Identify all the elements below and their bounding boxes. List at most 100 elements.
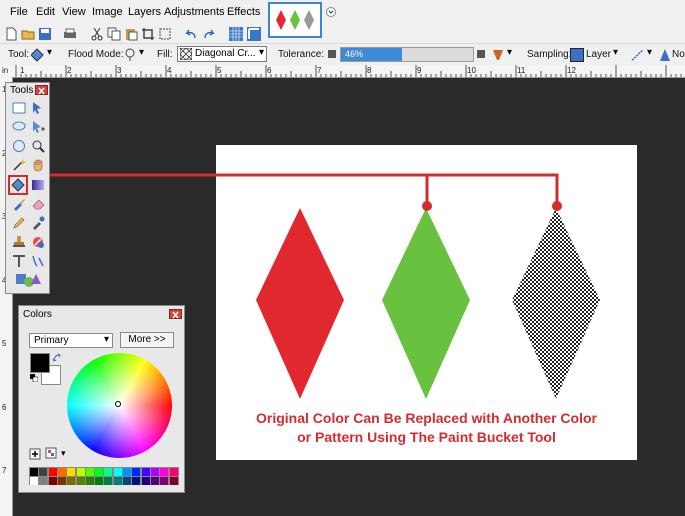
flood-mode-dropdown-arrow[interactable]: ▾ bbox=[139, 47, 144, 58]
palette-swatch[interactable] bbox=[123, 476, 131, 485]
zoom-icon[interactable] bbox=[31, 139, 45, 153]
palette-menu-icon[interactable] bbox=[45, 447, 59, 460]
palette-swatch[interactable] bbox=[85, 476, 94, 485]
palette-swatch[interactable] bbox=[30, 468, 38, 476]
palette-dropdown-arrow[interactable]: ▾ bbox=[61, 448, 66, 459]
palette-swatch[interactable] bbox=[57, 476, 66, 485]
sampling-value[interactable]: Layer bbox=[586, 49, 611, 60]
clone-stamp-icon[interactable] bbox=[12, 235, 26, 249]
cut-icon[interactable] bbox=[90, 27, 104, 41]
tool-dropdown-arrow[interactable]: ▾ bbox=[47, 47, 52, 58]
image-thumbnail-tab[interactable] bbox=[268, 2, 322, 38]
palette-swatch[interactable] bbox=[160, 468, 169, 476]
menu-adjustments[interactable]: Adjustments bbox=[164, 6, 225, 18]
ellipse-select-icon[interactable] bbox=[12, 139, 26, 153]
reset-colors-icon[interactable] bbox=[30, 374, 38, 382]
redo-icon[interactable] bbox=[202, 27, 216, 41]
palette-swatch[interactable] bbox=[141, 468, 150, 476]
recolor-icon[interactable] bbox=[31, 235, 45, 249]
tolerance-slider[interactable]: 46% bbox=[340, 47, 474, 62]
open-folder-icon[interactable] bbox=[21, 27, 35, 41]
move-selection-icon[interactable] bbox=[31, 101, 45, 115]
color-mode-select[interactable]: Primary ▾ bbox=[29, 333, 113, 348]
palette-swatch[interactable] bbox=[48, 468, 57, 476]
palette-swatch[interactable] bbox=[95, 468, 104, 476]
palette-swatch[interactable] bbox=[85, 468, 94, 476]
menu-file[interactable]: File bbox=[10, 6, 28, 18]
palette-swatch[interactable] bbox=[39, 468, 48, 476]
palette-swatch[interactable] bbox=[76, 476, 85, 485]
add-to-palette-icon[interactable] bbox=[29, 448, 41, 460]
sampling-dropdown-arrow[interactable]: ▾ bbox=[613, 47, 618, 58]
palette-swatch[interactable] bbox=[123, 468, 131, 476]
colors-close-button[interactable] bbox=[169, 309, 182, 319]
palette-swatch[interactable] bbox=[39, 476, 48, 485]
magic-wand-icon[interactable] bbox=[12, 158, 26, 172]
palette-swatch[interactable] bbox=[104, 468, 113, 476]
tools-close-button[interactable] bbox=[35, 85, 48, 95]
crop-icon[interactable] bbox=[141, 27, 155, 41]
text-tool-icon[interactable] bbox=[12, 254, 26, 268]
palette-swatch[interactable] bbox=[150, 476, 159, 485]
paintbrush-icon[interactable] bbox=[12, 197, 26, 211]
palette-swatch[interactable] bbox=[104, 476, 113, 485]
menu-view[interactable]: View bbox=[62, 6, 86, 18]
menu-layers[interactable]: Layers bbox=[128, 6, 161, 18]
image-canvas[interactable]: Original Color Can Be Replaced with Anot… bbox=[216, 145, 637, 460]
antialias-icon[interactable] bbox=[631, 48, 645, 62]
undo-icon[interactable] bbox=[184, 27, 198, 41]
more-button[interactable]: More >> bbox=[120, 332, 174, 348]
eraser-icon[interactable] bbox=[31, 197, 45, 211]
palette-swatch[interactable] bbox=[57, 468, 66, 476]
palette-swatch[interactable] bbox=[150, 468, 159, 476]
palette-swatch[interactable] bbox=[67, 476, 76, 485]
print-icon[interactable] bbox=[63, 27, 77, 41]
palette-swatch[interactable] bbox=[67, 468, 76, 476]
line-curve-icon[interactable] bbox=[31, 254, 45, 268]
save-icon[interactable] bbox=[38, 27, 52, 41]
color-wheel-cursor[interactable] bbox=[115, 401, 121, 407]
lasso-select-icon[interactable] bbox=[12, 120, 26, 134]
move-selected-icon[interactable] bbox=[31, 120, 45, 134]
tolerance-decrease-button[interactable] bbox=[328, 50, 336, 58]
palette-swatch[interactable] bbox=[132, 468, 141, 476]
palette-swatch[interactable] bbox=[30, 476, 38, 485]
menu-image[interactable]: Image bbox=[92, 6, 123, 18]
pan-hand-icon[interactable] bbox=[31, 158, 45, 172]
deselect-icon[interactable] bbox=[158, 27, 172, 41]
layer-icon[interactable] bbox=[570, 48, 584, 62]
swap-colors-icon[interactable] bbox=[52, 353, 62, 363]
grid-icon[interactable] bbox=[229, 27, 243, 41]
antialias-dropdown-arrow[interactable]: ▾ bbox=[647, 47, 652, 58]
palette-swatch[interactable] bbox=[48, 476, 57, 485]
paste-icon[interactable] bbox=[124, 27, 138, 41]
menu-edit[interactable]: Edit bbox=[36, 6, 55, 18]
blend-dropdown-arrow[interactable]: ▾ bbox=[507, 47, 512, 58]
tolerance-increase-button[interactable] bbox=[477, 50, 485, 58]
palette-swatch[interactable] bbox=[76, 468, 85, 476]
fill-pattern-select[interactable]: Diagonal Cr... ▾ bbox=[177, 46, 267, 62]
pencil-icon[interactable] bbox=[12, 216, 26, 230]
palette-swatch[interactable] bbox=[141, 476, 150, 485]
palette-swatch[interactable] bbox=[169, 476, 178, 485]
palette-swatch[interactable] bbox=[132, 476, 141, 485]
gradient-icon[interactable] bbox=[31, 178, 45, 192]
chevron-down-icon[interactable] bbox=[326, 7, 336, 17]
blend-mode-icon[interactable] bbox=[491, 48, 505, 62]
alpha-blending-icon[interactable] bbox=[658, 48, 672, 62]
palette-swatch[interactable] bbox=[113, 476, 122, 485]
menu-effects[interactable]: Effects bbox=[227, 6, 260, 18]
copy-icon[interactable] bbox=[107, 27, 121, 41]
palette-swatch[interactable] bbox=[169, 468, 178, 476]
paint-bucket-icon[interactable] bbox=[31, 48, 45, 62]
primary-color-swatch[interactable] bbox=[30, 353, 50, 373]
rulers-icon[interactable] bbox=[247, 27, 261, 41]
shapes-icon[interactable] bbox=[15, 272, 41, 288]
rectangle-select-icon[interactable] bbox=[12, 101, 26, 115]
palette-swatch[interactable] bbox=[160, 476, 169, 485]
palette-swatch[interactable] bbox=[95, 476, 104, 485]
palette-swatch[interactable] bbox=[113, 468, 122, 476]
color-picker-icon[interactable] bbox=[31, 216, 45, 230]
paint-bucket-tool-selection[interactable] bbox=[8, 175, 28, 195]
flood-mode-icon[interactable] bbox=[123, 48, 137, 62]
